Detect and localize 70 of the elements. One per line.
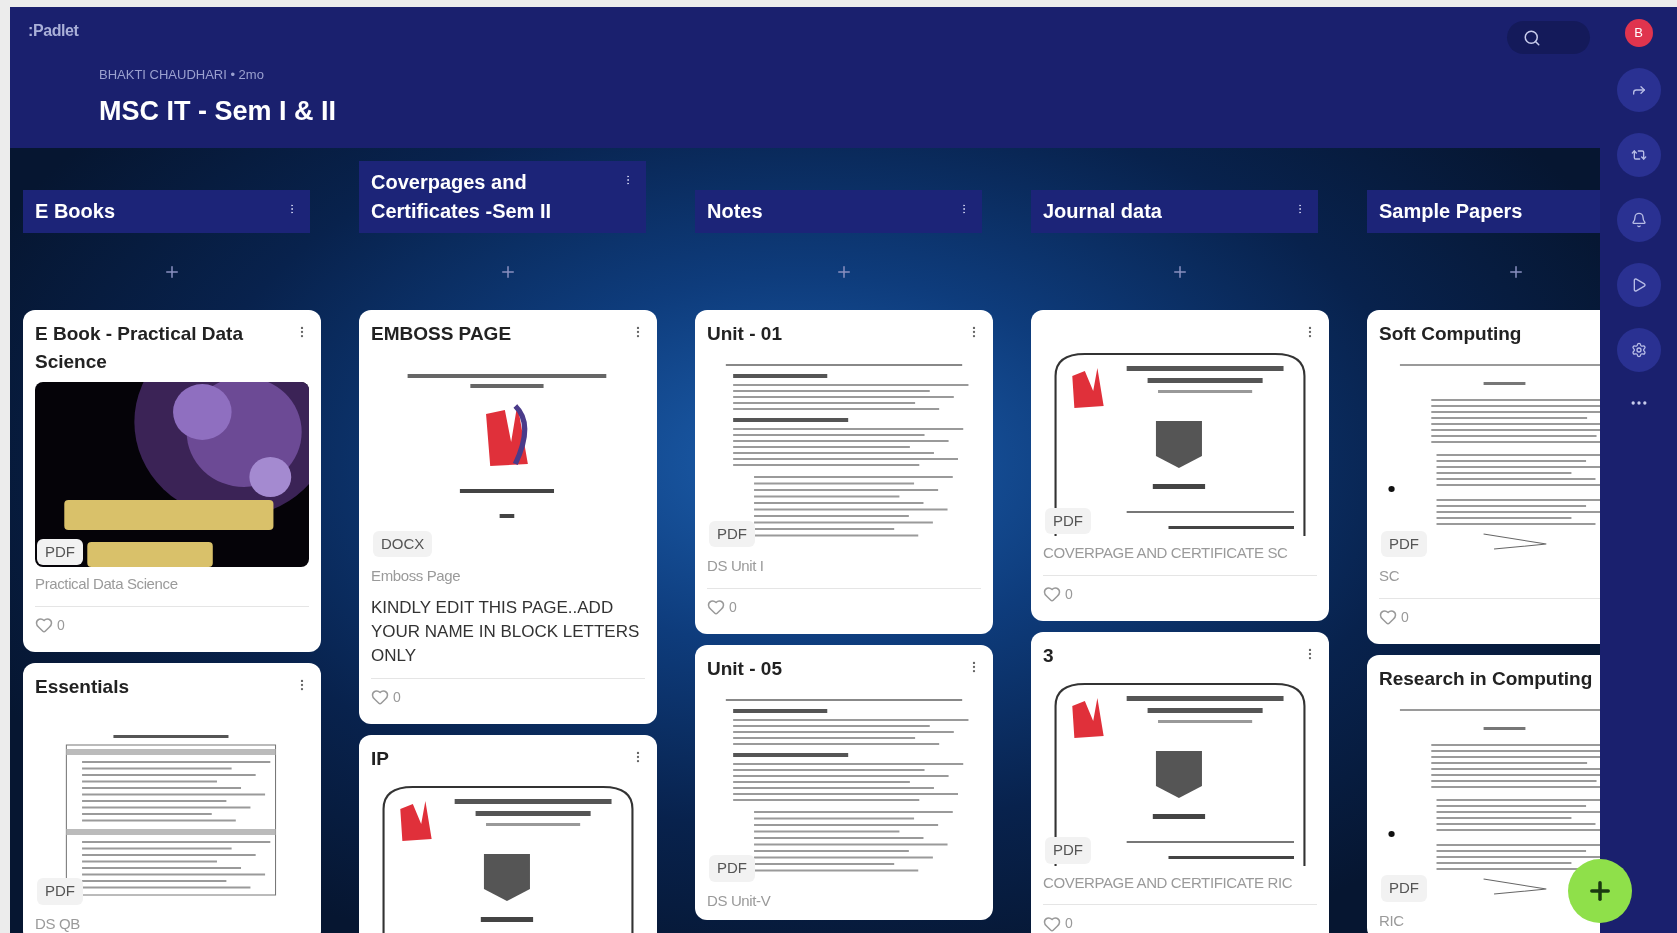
board-title: MSC IT - Sem I & II bbox=[99, 94, 338, 128]
post-title: Unit - 01 bbox=[707, 322, 782, 346]
post-text: KINDLY EDIT THIS PAGE..ADD YOUR NAME IN BLOCK LETTERS ONLY bbox=[371, 596, 641, 667]
attachment-caption: COVERPAGE AND CERTIFICATE RIC bbox=[1043, 872, 1294, 893]
heart-icon[interactable] bbox=[1379, 608, 1397, 626]
post-card[interactable]: Unit - 05 PDF DS Unit-V bbox=[695, 644, 993, 920]
file-type-label: DOCX bbox=[373, 530, 433, 557]
remix-icon bbox=[1630, 147, 1647, 163]
avatar[interactable]: B bbox=[1624, 19, 1653, 47]
rail-button[interactable] bbox=[1616, 198, 1661, 242]
like-count: 0 bbox=[1065, 584, 1073, 604]
like-count: 0 bbox=[1065, 914, 1073, 933]
column-header[interactable]: Coverpages and Certificates -Sem II bbox=[359, 161, 646, 233]
post-title: Essentials bbox=[35, 674, 129, 699]
heart-icon[interactable] bbox=[1043, 914, 1061, 933]
file-type-label: PDF bbox=[37, 878, 83, 905]
post-card[interactable]: Soft Computing PDF SC 0 bbox=[1367, 310, 1600, 644]
post-title: 3 bbox=[1043, 643, 1054, 668]
post-card[interactable]: PDF COVERPAGE AND CERTIFICATE SC 0 bbox=[1031, 310, 1329, 621]
post-title: E Book - Practical Data Science bbox=[35, 322, 245, 374]
column-header[interactable]: E Books bbox=[23, 190, 310, 233]
like-count: 0 bbox=[729, 597, 737, 617]
post-title: Research in Computing bbox=[1379, 666, 1593, 691]
bell-icon bbox=[1630, 212, 1647, 228]
heart-icon[interactable] bbox=[35, 616, 53, 634]
byline: BHAKTI CHAUDHARI • 2mo bbox=[99, 66, 265, 84]
heart-icon[interactable] bbox=[371, 688, 389, 706]
post-card[interactable]: Unit - 01 PDF DS Unit I 0 bbox=[695, 310, 993, 634]
attachment-caption: SC bbox=[1379, 566, 1401, 586]
like-count: 0 bbox=[57, 615, 65, 635]
post-card[interactable]: 3 PDF COVERPAGE AND CERTIFICATE RIC 0 bbox=[1031, 631, 1329, 933]
rail-button[interactable] bbox=[1616, 263, 1661, 307]
logo[interactable]: :Padlet bbox=[28, 19, 79, 43]
column-header[interactable]: Sample Papers bbox=[1367, 190, 1600, 233]
post-title: IP bbox=[371, 746, 389, 771]
post-card[interactable]: IP bbox=[359, 734, 657, 933]
file-type-label: PDF bbox=[1045, 507, 1091, 534]
attachment-caption: DS QB bbox=[35, 913, 81, 933]
post-title: Soft Computing bbox=[1379, 322, 1522, 346]
column-header[interactable]: Journal data bbox=[1031, 190, 1318, 233]
add-button[interactable] bbox=[1568, 859, 1632, 923]
search-button[interactable] bbox=[1507, 21, 1590, 54]
post-card[interactable]: E Book - Practical Data Science PDF Practical Data Science 0 bbox=[23, 310, 321, 652]
post-title: EMBOSS PAGE bbox=[371, 322, 512, 346]
attachment-caption: DS Unit I bbox=[707, 556, 765, 576]
attachment-caption: RIC bbox=[1379, 910, 1405, 931]
attachment-caption: Emboss Page bbox=[371, 566, 462, 586]
search-icon bbox=[1523, 28, 1541, 47]
attachment-caption: DS Unit-V bbox=[707, 890, 772, 911]
like-count: 0 bbox=[393, 687, 401, 707]
post-card[interactable]: Essentials PDF DS QB bbox=[23, 662, 321, 933]
file-type-label: PDF bbox=[1381, 875, 1427, 902]
heart-icon[interactable] bbox=[1043, 585, 1061, 603]
file-type-label: PDF bbox=[1045, 837, 1091, 864]
rail-button[interactable] bbox=[1616, 68, 1661, 112]
post-card[interactable]: Research in Computing PDF RIC bbox=[1367, 654, 1600, 933]
file-type-label: PDF bbox=[37, 538, 83, 565]
attachment-caption: COVERPAGE AND CERTIFICATE SC bbox=[1043, 543, 1289, 563]
column-header[interactable]: Notes bbox=[695, 190, 982, 233]
file-type-label: PDF bbox=[709, 855, 755, 882]
post-card[interactable]: EMBOSS PAGE DOCX Emboss Page KINDLY EDIT THIS PAGE..ADD YOUR NAME IN BLOCK LETTERS ONLY 0 bbox=[359, 310, 657, 724]
like-count: 0 bbox=[1401, 607, 1409, 627]
rail-button[interactable] bbox=[1616, 328, 1661, 372]
rail-button[interactable] bbox=[1616, 133, 1661, 177]
attachment-caption: Practical Data Science bbox=[35, 574, 179, 594]
post-title: Unit - 05 bbox=[707, 656, 782, 681]
file-type-label: PDF bbox=[709, 520, 755, 547]
settings-icon bbox=[1630, 342, 1647, 358]
file-type-label: PDF bbox=[1381, 530, 1427, 557]
heart-icon[interactable] bbox=[707, 598, 725, 616]
